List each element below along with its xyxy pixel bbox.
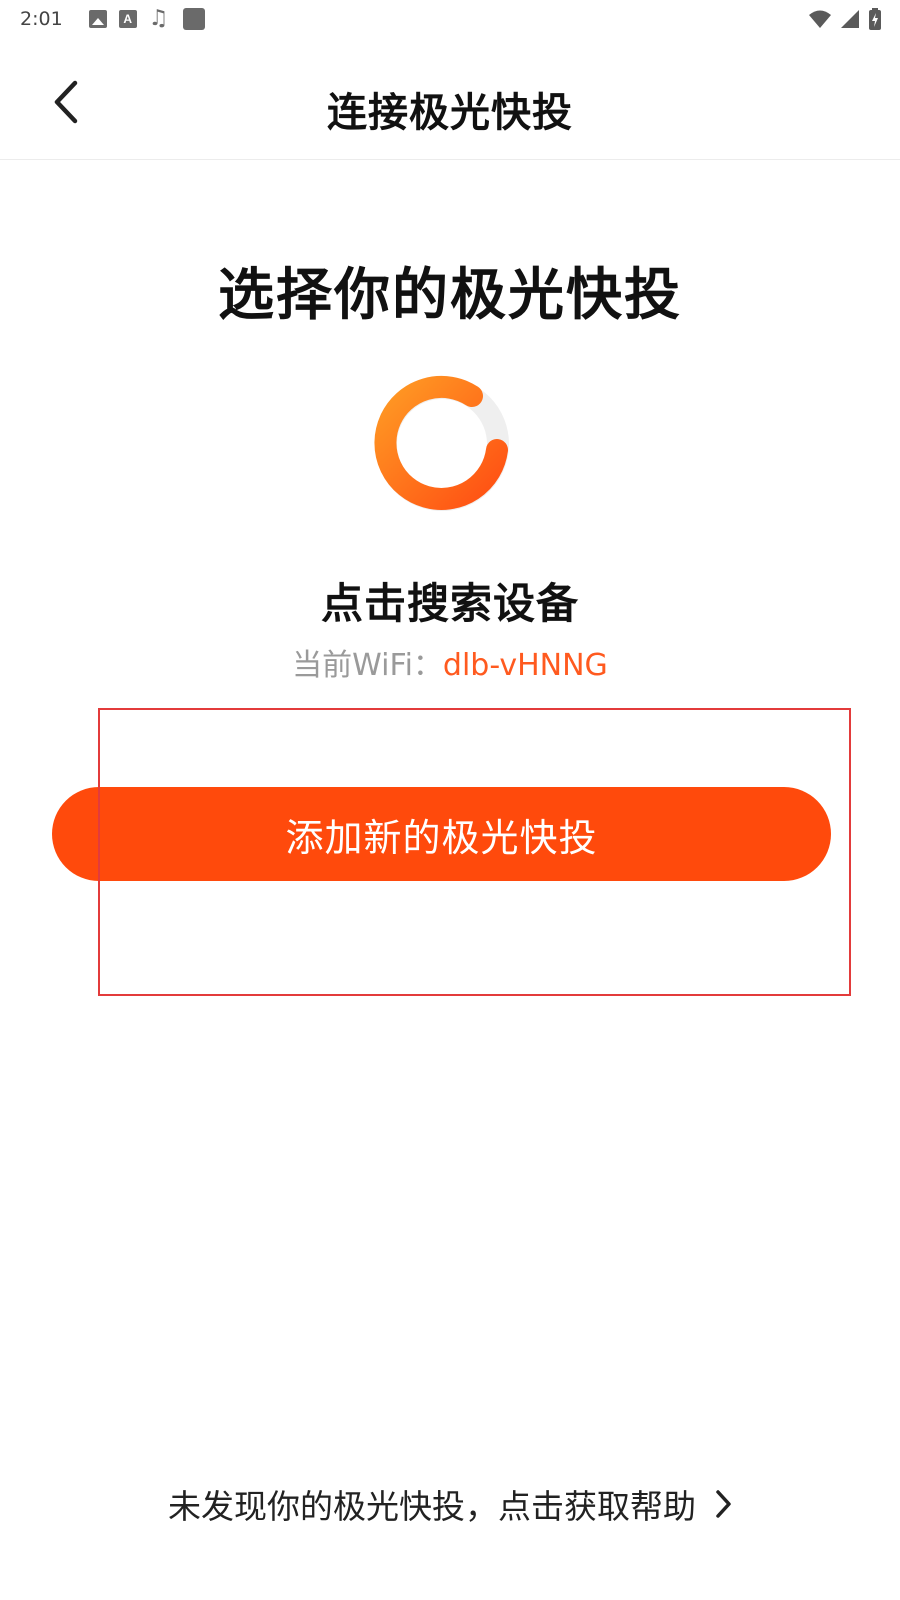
chevron-right-icon (716, 1490, 731, 1518)
wifi-prefix-label: 当前WiFi： (292, 648, 443, 683)
battery-charging-icon (869, 8, 881, 30)
status-bar: 2:01 A ♫ (0, 0, 900, 38)
status-time: 2:01 (20, 8, 63, 30)
image-icon (88, 10, 107, 28)
signal-icon (841, 10, 859, 28)
page-title: 连接极光快投 (327, 90, 573, 136)
text-a-icon: A (118, 10, 137, 28)
app-square-icon (182, 8, 205, 30)
loading-spinner-icon[interactable] (370, 372, 515, 517)
wifi-icon (809, 10, 831, 28)
add-new-device-button[interactable]: 添加新的极光快投 (52, 787, 831, 881)
main-title: 选择你的极光快投 (218, 263, 682, 328)
music-note-icon: ♫ (148, 6, 169, 31)
help-link-label: 未发现你的极光快投，点击获取帮助 (168, 1487, 696, 1526)
app-header: 连接极光快投 (0, 38, 900, 160)
search-devices-label[interactable]: 点击搜索设备 (0, 570, 900, 631)
wifi-name: dlb-vHNNG (442, 648, 608, 683)
help-link[interactable]: 未发现你的极光快投，点击获取帮助 (0, 1480, 900, 1528)
screen: 2:01 A ♫ 连接极光快投 选择你的极光快投 点击搜索设备 当前WiFi：d… (0, 0, 900, 1600)
status-left: 2:01 A ♫ (20, 8, 205, 30)
status-right (808, 8, 882, 30)
current-wifi: 当前WiFi：dlb-vHNNG (0, 640, 900, 684)
